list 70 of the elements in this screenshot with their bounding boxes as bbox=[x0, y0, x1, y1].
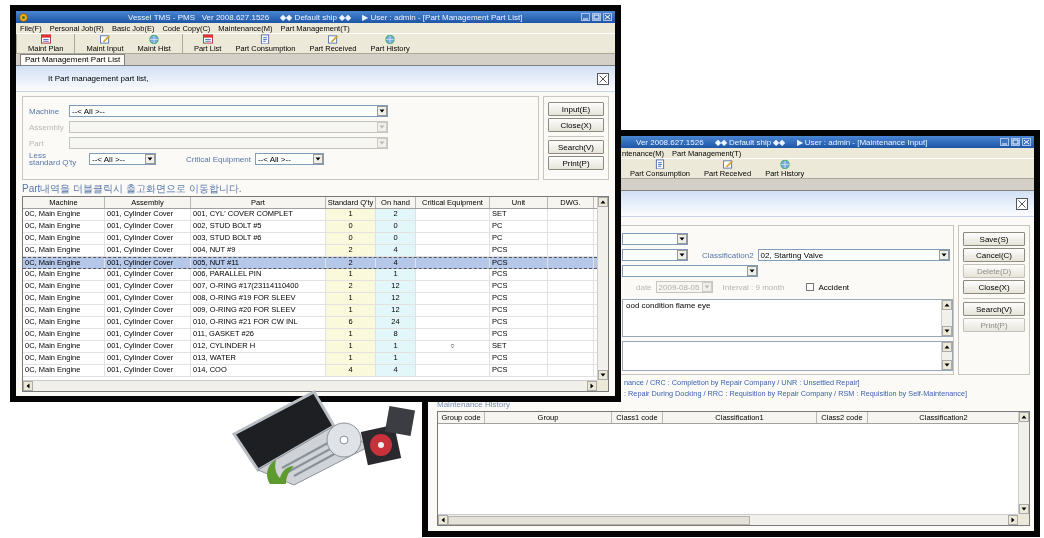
field-label: Classification2 bbox=[702, 250, 754, 260]
vertical-scrollbar[interactable] bbox=[941, 300, 952, 336]
dropdown-field[interactable]: --< All >-- bbox=[69, 105, 388, 117]
caret-icon bbox=[677, 234, 687, 244]
scroll-left-arrow-icon[interactable] bbox=[23, 381, 33, 391]
hint-text: Part내역을 더블클릭시 출고화면으로 이동합니다. bbox=[22, 183, 243, 195]
field-label: Critical Equipment bbox=[186, 154, 251, 164]
caret-icon bbox=[145, 154, 155, 164]
page-heading: It Part management part list, bbox=[48, 74, 149, 83]
window-title: Ver 2008.627.1526 ◆◆ Default ship ◆◆ ▶ User : admin - [Maintenance Input] bbox=[636, 137, 928, 147]
scroll-up-arrow-icon[interactable] bbox=[598, 197, 608, 207]
dropdown-field[interactable] bbox=[622, 249, 688, 261]
field-label: Assembly bbox=[29, 122, 65, 132]
window-title: Vessel TMS - PMS Ver 2008.627.1526 ◆◆ Default ship ◆◆ ▶ User : admin - [Part Management Part List] bbox=[128, 12, 523, 22]
section-title: Maintenance History bbox=[437, 400, 511, 410]
close-button[interactable] bbox=[603, 13, 612, 21]
command-button[interactable]: Search(V) bbox=[548, 140, 604, 154]
checkbox-label: Accident bbox=[818, 282, 850, 292]
command-button[interactable]: Input(E) bbox=[548, 102, 604, 116]
scrollbar-corner bbox=[1018, 514, 1029, 525]
maximize-button[interactable] bbox=[592, 13, 601, 21]
caret-icon bbox=[677, 250, 687, 260]
command-button[interactable]: Close(X) bbox=[963, 280, 1025, 294]
tab[interactable]: Part Management Part List bbox=[20, 54, 126, 65]
text-area[interactable]: ood condition flame eye bbox=[622, 299, 953, 337]
vertical-scrollbar[interactable] bbox=[941, 342, 952, 370]
dropdown-field[interactable] bbox=[622, 233, 688, 245]
caret-icon bbox=[377, 138, 387, 148]
scroll-right-arrow-icon[interactable] bbox=[587, 381, 597, 391]
vertical-scrollbar[interactable] bbox=[1018, 412, 1029, 514]
close-button[interactable] bbox=[1022, 138, 1031, 146]
command-button[interactable]: Search(V) bbox=[963, 302, 1025, 316]
caret-icon bbox=[377, 122, 387, 132]
scroll-down-arrow-icon[interactable] bbox=[598, 370, 608, 380]
command-button[interactable]: Save(S) bbox=[963, 232, 1025, 246]
scroll-left-arrow-icon[interactable] bbox=[438, 515, 448, 525]
scroll-thumb[interactable] bbox=[448, 515, 750, 525]
caret-icon bbox=[938, 250, 949, 260]
maximize-button[interactable] bbox=[1011, 138, 1020, 146]
caret-icon bbox=[377, 106, 387, 116]
command-button[interactable]: Print(P) bbox=[548, 156, 604, 170]
field-label: Less standard Q'ty bbox=[29, 151, 78, 167]
command-button[interactable]: Cancel(C) bbox=[963, 248, 1025, 262]
minimize-button[interactable] bbox=[581, 13, 590, 21]
caret-icon bbox=[312, 154, 323, 164]
scroll-up-arrow-icon[interactable] bbox=[942, 300, 952, 310]
field-label: Part bbox=[29, 138, 45, 148]
caret-icon bbox=[747, 266, 757, 276]
dropdown-field[interactable] bbox=[622, 265, 758, 277]
scroll-down-arrow-icon[interactable] bbox=[1019, 504, 1029, 514]
checkbox[interactable] bbox=[806, 283, 815, 291]
vertical-scrollbar[interactable] bbox=[597, 197, 608, 380]
scrollbar-corner bbox=[597, 380, 608, 391]
horizontal-scrollbar[interactable] bbox=[438, 514, 1018, 525]
field-label: Machine bbox=[29, 106, 61, 116]
scroll-up-arrow-icon[interactable] bbox=[1019, 412, 1029, 422]
scroll-right-arrow-icon[interactable] bbox=[1008, 515, 1018, 525]
round-emblem-icon bbox=[19, 12, 28, 22]
scroll-up-arrow-icon[interactable] bbox=[942, 342, 952, 352]
dropdown-field[interactable]: --< All >-- bbox=[254, 153, 324, 165]
dropdown-field[interactable]: 02, Starting Valve bbox=[757, 249, 950, 261]
minimize-button[interactable] bbox=[1000, 138, 1009, 146]
horizontal-scrollbar[interactable] bbox=[23, 380, 597, 391]
close-button[interactable] bbox=[597, 72, 609, 85]
caret-icon bbox=[701, 282, 712, 292]
dropdown-field[interactable]: --< All >-- bbox=[89, 153, 156, 165]
scroll-down-arrow-icon[interactable] bbox=[942, 360, 952, 370]
close-button[interactable] bbox=[1016, 197, 1028, 210]
command-button[interactable]: Close(X) bbox=[548, 118, 604, 132]
scroll-down-arrow-icon[interactable] bbox=[942, 326, 952, 336]
